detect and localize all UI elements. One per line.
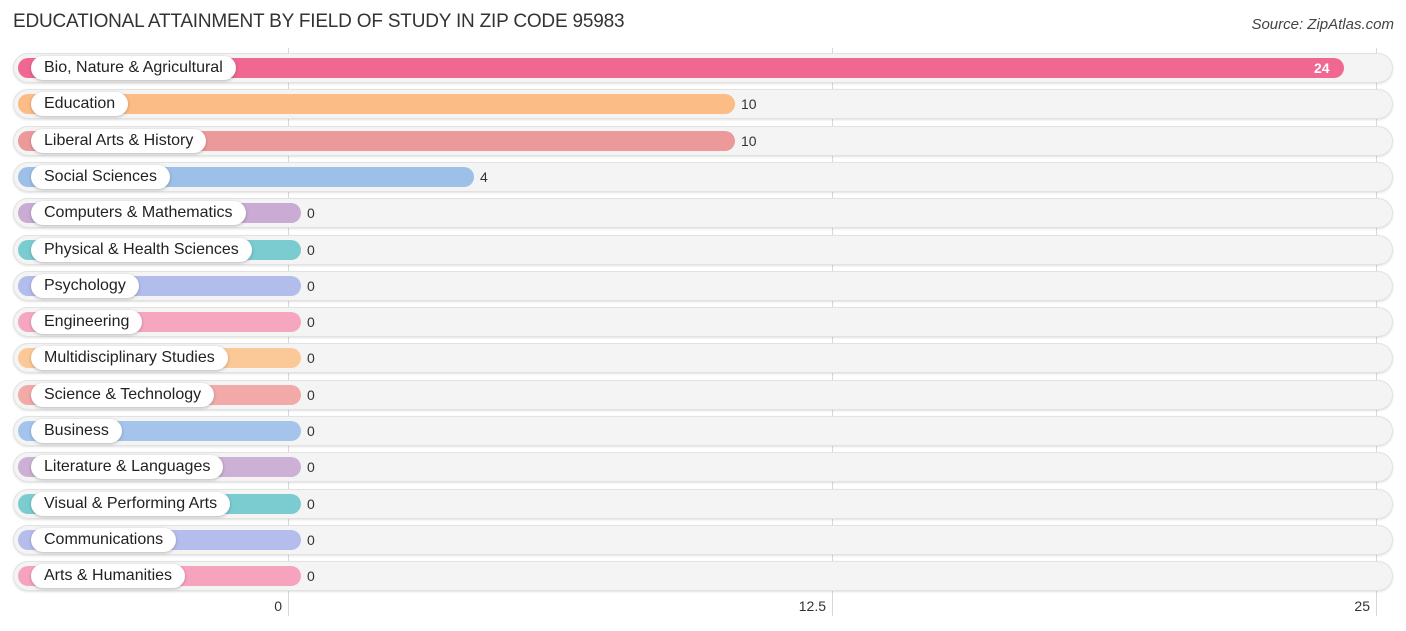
value-label: 0 — [307, 423, 315, 439]
value-label: 0 — [307, 459, 315, 475]
value-label: 0 — [307, 350, 315, 366]
category-label: Computers & Mathematics — [31, 201, 246, 225]
x-tick-label: 12.5 — [798, 598, 826, 614]
value-label: 10 — [741, 133, 757, 149]
category-label: Engineering — [31, 310, 143, 334]
value-label: 0 — [307, 387, 315, 403]
value-label: 0 — [307, 568, 315, 584]
category-label: Literature & Languages — [31, 455, 224, 479]
category-label: Business — [31, 419, 122, 443]
category-label: Education — [31, 92, 129, 116]
category-label: Bio, Nature & Agricultural — [31, 56, 236, 80]
value-label: 0 — [307, 278, 315, 294]
category-label: Visual & Performing Arts — [31, 492, 231, 516]
value-label: 0 — [307, 205, 315, 221]
category-label: Science & Technology — [31, 383, 215, 407]
category-label: Multidisciplinary Studies — [31, 346, 228, 370]
category-label: Social Sciences — [31, 165, 170, 189]
value-label: 24 — [1314, 60, 1330, 76]
value-label: 0 — [307, 242, 315, 258]
value-label: 10 — [741, 96, 757, 112]
value-label: 0 — [307, 496, 315, 512]
value-label: 0 — [307, 532, 315, 548]
x-tick-label: 0 — [274, 598, 282, 614]
bar-chart: Bio, Nature & Agricultural 24 Education 10 L… — [0, 0, 1406, 631]
category-label: Communications — [31, 528, 177, 552]
category-label: Liberal Arts & History — [31, 129, 207, 153]
category-label: Arts & Humanities — [31, 564, 186, 588]
value-label: 4 — [480, 169, 488, 185]
category-label: Psychology — [31, 274, 139, 298]
x-tick-label: 25 — [1354, 598, 1370, 614]
value-label: 0 — [307, 314, 315, 330]
category-label: Physical & Health Sciences — [31, 238, 252, 262]
